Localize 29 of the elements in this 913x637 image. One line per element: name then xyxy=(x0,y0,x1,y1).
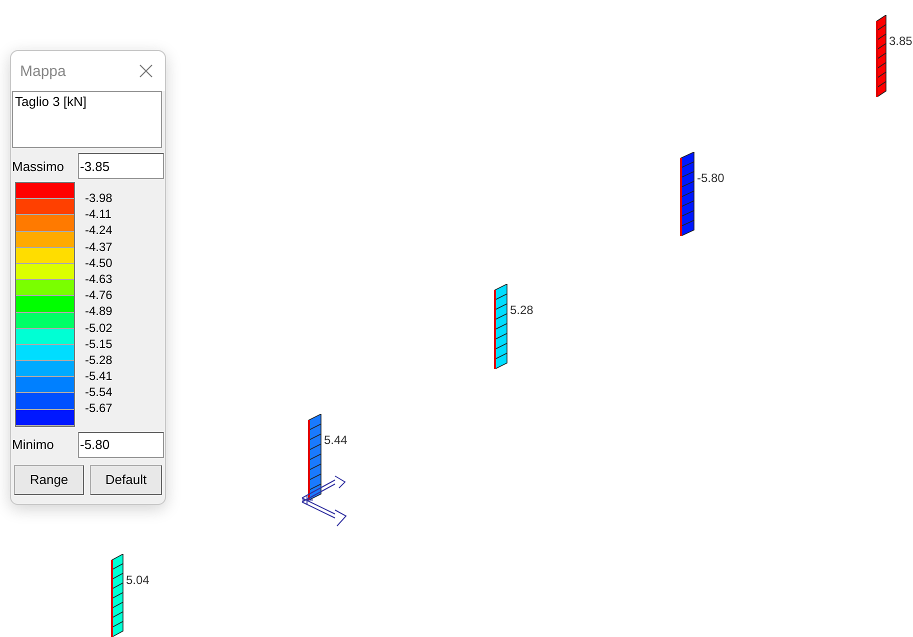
legend-value: -4.89 xyxy=(85,303,112,320)
legend-value: -5.67 xyxy=(85,400,112,417)
range-button[interactable]: Range xyxy=(14,464,84,495)
close-icon[interactable] xyxy=(139,64,153,78)
maximum-label: Massimo xyxy=(12,158,64,174)
maximum-field[interactable]: -3.85 xyxy=(78,153,164,179)
quantity-text-box[interactable]: Taglio 3 [kN] xyxy=(12,91,162,148)
legend-value: -5.41 xyxy=(85,368,112,384)
value-label: 5.44 xyxy=(324,433,348,447)
legend-value: -4.11 xyxy=(85,206,112,222)
axes-icon xyxy=(302,476,347,526)
value-label: 3.85 xyxy=(889,34,912,48)
legend-value: -4.50 xyxy=(85,254,112,271)
legend-value: -4.76 xyxy=(85,287,112,304)
legend-value: -5.54 xyxy=(85,384,112,400)
legend-value: -3.98 xyxy=(85,190,112,206)
value-label: 5.28 xyxy=(510,303,534,317)
value-label: 5.04 xyxy=(126,573,150,587)
value-label: -5.80 xyxy=(697,171,724,185)
legend-value: -5.28 xyxy=(85,352,112,368)
default-button[interactable]: Default xyxy=(90,464,162,495)
dialog-title: Mappa xyxy=(20,62,66,80)
legend-value: -5.02 xyxy=(85,320,112,336)
legend-value: -4.63 xyxy=(85,270,112,288)
minimum-label: Minimo xyxy=(12,437,54,452)
legend-value: -5.15 xyxy=(85,336,112,352)
legend-value: -4.37 xyxy=(85,238,112,255)
legend-value: -4.24 xyxy=(85,222,112,239)
minimum-field[interactable]: -5.80 xyxy=(78,432,164,458)
